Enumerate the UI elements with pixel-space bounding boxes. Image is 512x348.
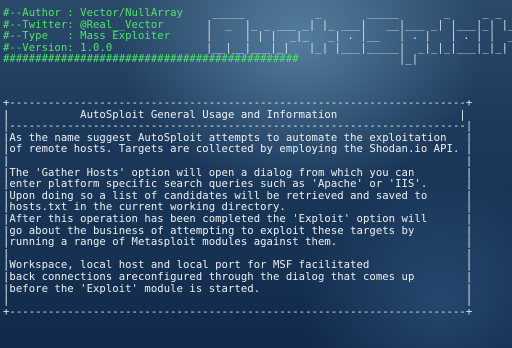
autosploit-ascii-logo: _____ _ _____ _ _ _ | _ |_ _ ___ _| |_ _… — [206, 7, 512, 66]
panel-text-line: | | — [3, 294, 473, 307]
panel-bottom-border: +---------------------------------------… — [3, 305, 473, 318]
panel-text-line: |back connections areconfigured through … — [3, 270, 473, 283]
panel-top-border: +---------------------------------------… — [3, 97, 473, 109]
panel-text-line: |After this operation has been completed… — [3, 212, 473, 225]
panel-text-line: |enter platform specific search queries … — [3, 178, 473, 191]
panel-text-line: |running a range of Metasploit modules a… — [3, 236, 473, 249]
logo-line-1: _____ _ _____ _ _ _ — [206, 7, 502, 19]
logo-line-5: |_| — [206, 53, 419, 66]
panel-text-line: | | — [3, 154, 473, 167]
terminal-window[interactable]: #--Author : Vector/NullArray #--Twitter:… — [0, 0, 512, 348]
usage-info-panel: +---------------------------------------… — [3, 97, 473, 318]
